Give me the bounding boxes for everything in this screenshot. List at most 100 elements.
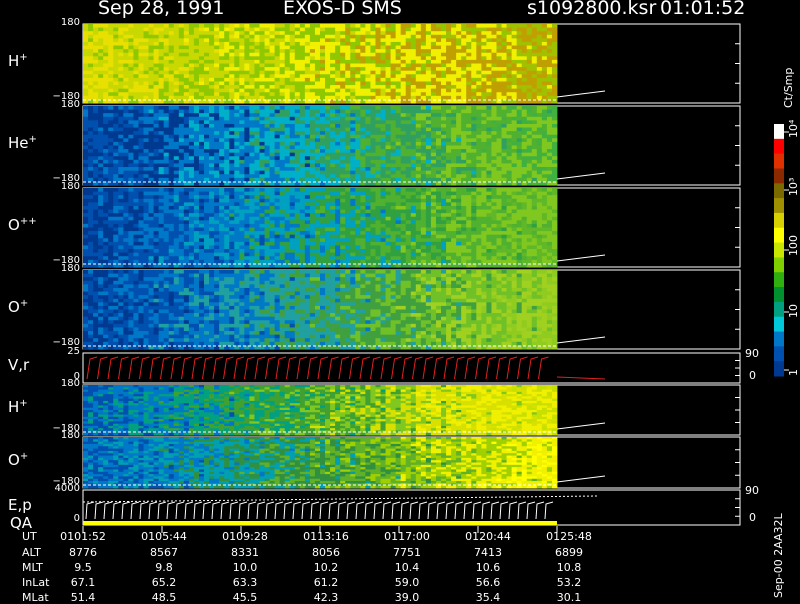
spectrogram-cells-o-plus-2 [83, 437, 557, 488]
colorbar-swatch [774, 228, 784, 243]
table-cell: 10.6 [453, 561, 523, 574]
colorbar-swatch [774, 346, 784, 361]
colorbar-swatch [774, 332, 784, 347]
colorbar-swatch [774, 213, 784, 228]
tick-top-o-plus: 180 [30, 263, 80, 274]
tick-top-o-plus-2: 180 [30, 430, 80, 441]
table-cell: 0125:48 [534, 530, 604, 543]
table-cell: 8056 [291, 546, 361, 559]
colorbar-swatch [774, 124, 784, 139]
panel-label-h-plus: H+ [8, 52, 28, 70]
panel-label-sup: + [19, 52, 27, 63]
panel-label2-ep-qa: QA [10, 514, 32, 532]
table-cell: 35.4 [453, 591, 523, 604]
table-cell: 53.2 [534, 576, 604, 589]
colorbar-tick-label: 1 [787, 369, 800, 376]
qa-bar [83, 521, 557, 525]
panel-label-he-plus: He+ [8, 134, 37, 152]
panel-label-sup: + [20, 451, 28, 462]
table-cell: 48.5 [129, 591, 199, 604]
colorbar-tick-label: 10³ [787, 178, 800, 196]
table-cell: 51.4 [48, 591, 118, 604]
colorbar-swatch [774, 198, 784, 213]
table-cell: 39.0 [372, 591, 442, 604]
table-cell: 8331 [210, 546, 280, 559]
table-row-label: UT [22, 530, 37, 543]
table-cell: 0113:16 [291, 530, 361, 543]
panel-label-sup: + [19, 398, 27, 409]
spectrogram-plot [0, 0, 800, 600]
spectrogram-cells-h-plus-2 [83, 385, 557, 435]
panel-label-o-plusplus: O++ [8, 216, 37, 234]
spectrogram-cells-he-plus [83, 106, 557, 185]
tick-top-h-plus: 180 [30, 17, 80, 28]
table-row-label: ALT [22, 546, 41, 559]
right-tick-top-vr: 90 [745, 347, 759, 360]
table-cell: 9.5 [48, 561, 118, 574]
table-cell: 0117:00 [372, 530, 442, 543]
panel-label-ep-qa: E,p [8, 496, 32, 514]
table-cell: 30.1 [534, 591, 604, 604]
panel-label-sup: + [29, 134, 37, 145]
table-cell: 67.1 [48, 576, 118, 589]
table-cell: 0120:44 [453, 530, 523, 543]
table-cell: 56.6 [453, 576, 523, 589]
table-cell: 8567 [129, 546, 199, 559]
table-cell: 59.0 [372, 576, 442, 589]
colorbar-swatch [774, 287, 784, 302]
spectrogram-cells-o-plus [83, 270, 557, 349]
tick-top-vr: 25 [30, 346, 80, 357]
colorbar-swatch [774, 257, 784, 272]
panel-frame-ep-qa [83, 490, 740, 525]
panel-label-o-plus-2: O+ [8, 451, 28, 469]
table-cell: 63.3 [210, 576, 280, 589]
panel-label-h-plus-2: H+ [8, 398, 28, 416]
table-cell: 8776 [48, 546, 118, 559]
panel-label-sup: + [20, 298, 28, 309]
table-cell: 0101:52 [48, 530, 118, 543]
spectrogram-cells-h-plus [83, 24, 557, 103]
table-cell: 10.0 [210, 561, 280, 574]
table-cell: 42.3 [291, 591, 361, 604]
colorbar-swatch [774, 139, 784, 154]
table-row-label: MLat [22, 591, 49, 604]
right-tick-bottom-vr: 0 [749, 369, 756, 382]
table-row-label: InLat [22, 576, 49, 589]
panel-label-o-plus: O+ [8, 298, 28, 316]
colorbar-swatch [774, 168, 784, 183]
right-tick-bottom-ep-qa: 0 [749, 511, 756, 524]
colorbar-tick-label: 100 [787, 235, 800, 256]
tick-top-ep-qa: 4000 [30, 483, 80, 494]
table-cell: 10.8 [534, 561, 604, 574]
colorbar-swatch [774, 183, 784, 198]
table-cell: 0105:44 [129, 530, 199, 543]
colorbar-unit: Ct/Smp [782, 68, 795, 108]
tick-top-he-plus: 180 [30, 99, 80, 110]
table-cell: 6899 [534, 546, 604, 559]
footer-stamp: Sep-00 2AA32L [772, 513, 785, 598]
tick-top-h-plus-2: 180 [30, 378, 80, 389]
colorbar-swatch [774, 317, 784, 332]
tick-top-o-plusplus: 180 [30, 181, 80, 192]
colorbar-tick-label: 10 [787, 304, 800, 318]
table-cell: 45.5 [210, 591, 280, 604]
panel-label-sup: ++ [20, 216, 37, 227]
table-cell: 9.8 [129, 561, 199, 574]
table-cell: 7751 [372, 546, 442, 559]
table-cell: 61.2 [291, 576, 361, 589]
table-cell: 10.2 [291, 561, 361, 574]
panel-label-vr: V,r [8, 356, 29, 374]
colorbar-swatch [774, 272, 784, 287]
colorbar-tick-label: 10⁴ [787, 120, 800, 138]
colorbar-swatch [774, 302, 784, 317]
colorbar-swatch [774, 361, 784, 376]
table-cell: 65.2 [129, 576, 199, 589]
table-cell: 7413 [453, 546, 523, 559]
spectrogram-cells-o-plusplus [83, 188, 557, 267]
table-cell: 10.4 [372, 561, 442, 574]
table-cell: 0109:28 [210, 530, 280, 543]
colorbar-swatch [774, 154, 784, 169]
colorbar-swatch [774, 243, 784, 258]
table-row-label: MLT [22, 561, 43, 574]
tick-bottom-ep-qa: 0 [30, 513, 80, 524]
